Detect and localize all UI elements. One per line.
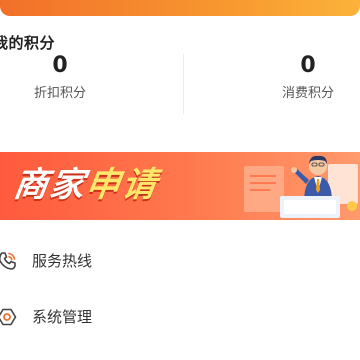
menu-item-service-hotline[interactable]: 服务热线 bbox=[0, 234, 360, 290]
phone-icon bbox=[0, 252, 16, 270]
points-stats: 0 折扣积分 0 消费积分 bbox=[0, 52, 360, 112]
discount-points[interactable]: 0 折扣积分 bbox=[0, 52, 122, 112]
merchant-apply-banner[interactable]: 商家申请 bbox=[0, 152, 360, 220]
points-title: 我的积分 bbox=[0, 34, 56, 52]
banner-title-yellow: 申请 bbox=[83, 165, 161, 205]
discount-points-value: 0 bbox=[52, 53, 68, 78]
menu-list: 服务热线 系统管理 bbox=[0, 234, 360, 346]
businessman-illustration bbox=[244, 155, 358, 218]
menu-item-system-management[interactable]: 系统管理 bbox=[0, 290, 360, 346]
menu-item-label: 系统管理 bbox=[32, 308, 93, 326]
discount-points-label: 折扣积分 bbox=[33, 86, 86, 101]
banner-title: 商家申请 bbox=[11, 164, 161, 206]
banner-title-white: 商家 bbox=[11, 165, 89, 205]
stats-divider bbox=[183, 54, 184, 114]
consume-points-label: 消费积分 bbox=[281, 86, 334, 101]
settings-icon bbox=[0, 308, 17, 326]
menu-item-label: 服务热线 bbox=[32, 252, 93, 270]
header-background bbox=[0, 0, 360, 16]
consume-points-value: 0 bbox=[300, 53, 316, 78]
consume-points[interactable]: 0 消费积分 bbox=[246, 52, 360, 112]
